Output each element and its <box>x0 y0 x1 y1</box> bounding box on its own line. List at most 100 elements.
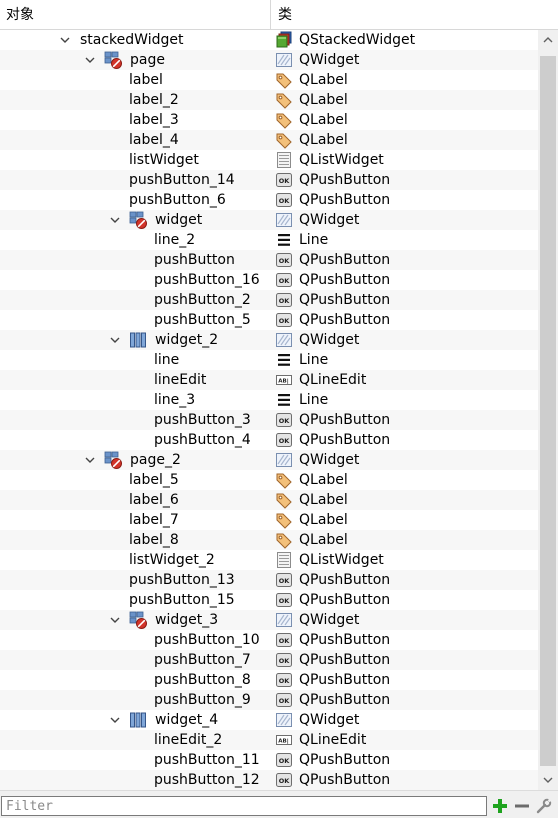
svg-text:OK: OK <box>279 437 291 445</box>
push-button-icon: OK <box>275 691 293 709</box>
horizontal-layout-icon <box>128 711 148 729</box>
push-button-icon: OK <box>275 591 293 609</box>
line-icon <box>275 351 293 369</box>
tree-row[interactable]: pushButton_4 OK QPushButton <box>0 430 538 450</box>
svg-text:AB|: AB| <box>278 739 288 745</box>
tree-row[interactable]: pushButton_8 OK QPushButton <box>0 670 538 690</box>
scroll-up-arrow-icon[interactable] <box>538 30 558 50</box>
tree-row[interactable]: pushButton_10 OK QPushButton <box>0 630 538 650</box>
tree-row[interactable]: stackedWidget QStackedWidget <box>0 30 538 50</box>
list-widget-icon <box>275 551 293 569</box>
tree-row[interactable]: label_5 QLabel <box>0 470 538 490</box>
object-name: pushButton_3 <box>154 412 251 428</box>
filter-bar <box>0 790 558 818</box>
label-tag-icon <box>275 491 293 509</box>
push-button-icon: OK <box>275 571 293 589</box>
tree-row[interactable]: listWidget QListWidget <box>0 150 538 170</box>
tree-row[interactable]: line Line <box>0 350 538 370</box>
class-name: QLabel <box>299 512 348 528</box>
filter-input[interactable] <box>1 796 487 816</box>
tree-row[interactable]: listWidget_2 QListWidget <box>0 550 538 570</box>
tree-row[interactable]: label_4 QLabel <box>0 130 538 150</box>
wrench-icon[interactable] <box>533 795 555 817</box>
tree-row[interactable]: lineEdit AB| QLineEdit <box>0 370 538 390</box>
chevron-down-icon[interactable] <box>83 450 97 470</box>
tree-row[interactable]: label_3 QLabel <box>0 110 538 130</box>
push-button-icon: OK <box>275 631 293 649</box>
svg-text:AB|: AB| <box>278 379 288 385</box>
object-name: lineEdit_2 <box>154 732 223 748</box>
tree-row[interactable]: pushButton_15 OK QPushButton <box>0 590 538 610</box>
tree-row[interactable]: page_2 QWidget <box>0 450 538 470</box>
tree-row[interactable]: pushButton_12 OK QPushButton <box>0 770 538 790</box>
tree-row[interactable]: pushButton_5 OK QPushButton <box>0 310 538 330</box>
class-name: QWidget <box>299 452 360 468</box>
tree-row[interactable]: line_3 Line <box>0 390 538 410</box>
object-name: label_8 <box>129 532 179 548</box>
object-name: widget_2 <box>155 332 219 348</box>
tree-row[interactable]: line_2 Line <box>0 230 538 250</box>
tree-row[interactable]: widget_2 QWidget <box>0 330 538 350</box>
tree-row[interactable]: label_2 QLabel <box>0 90 538 110</box>
widget-icon <box>275 331 293 349</box>
class-name: QPushButton <box>299 752 391 768</box>
object-name: label_3 <box>129 112 179 128</box>
tree-row[interactable]: lineEdit_2 AB| QLineEdit <box>0 730 538 750</box>
svg-text:OK: OK <box>279 757 291 765</box>
tree-row[interactable]: page QWidget <box>0 50 538 70</box>
broken-layout-icon <box>103 51 123 69</box>
class-name: QWidget <box>299 212 360 228</box>
chevron-down-icon[interactable] <box>83 50 97 70</box>
push-button-icon: OK <box>275 191 293 209</box>
push-button-icon: OK <box>275 771 293 789</box>
class-name: QPushButton <box>299 412 391 428</box>
tree-row[interactable]: pushButton_9 OK QPushButton <box>0 690 538 710</box>
tree-row[interactable]: pushButton_11 OK QPushButton <box>0 750 538 770</box>
tree-row[interactable]: widget QWidget <box>0 210 538 230</box>
object-tree[interactable]: stackedWidget QStackedWidget page QWidget la… <box>0 30 538 790</box>
class-name: QPushButton <box>299 692 391 708</box>
object-name: pushButton_11 <box>154 752 260 768</box>
chevron-down-icon[interactable] <box>108 710 122 730</box>
tree-row[interactable]: label_6 QLabel <box>0 490 538 510</box>
object-name: pushButton_16 <box>154 272 260 288</box>
svg-text:OK: OK <box>279 197 291 205</box>
column-header-object[interactable]: 对象 <box>0 0 271 30</box>
scroll-down-arrow-icon[interactable] <box>538 770 558 790</box>
widget-icon <box>275 711 293 729</box>
tree-row[interactable]: pushButton_7 OK QPushButton <box>0 650 538 670</box>
object-name: label_7 <box>129 512 179 528</box>
tree-row[interactable]: pushButton_14 OK QPushButton <box>0 170 538 190</box>
push-button-icon: OK <box>275 751 293 769</box>
tree-row[interactable]: label_7 QLabel <box>0 510 538 530</box>
tree-row[interactable]: pushButton_6 OK QPushButton <box>0 190 538 210</box>
chevron-down-icon[interactable] <box>108 210 122 230</box>
tree-row[interactable]: pushButton_16 OK QPushButton <box>0 270 538 290</box>
chevron-down-icon[interactable] <box>58 30 72 50</box>
label-tag-icon <box>275 71 293 89</box>
tree-row[interactable]: pushButton_3 OK QPushButton <box>0 410 538 430</box>
object-name: line <box>154 352 180 368</box>
label-tag-icon <box>275 131 293 149</box>
tree-row[interactable]: widget_4 QWidget <box>0 710 538 730</box>
tree-row[interactable]: pushButton OK QPushButton <box>0 250 538 270</box>
tree-row[interactable]: label QLabel <box>0 70 538 90</box>
vertical-scrollbar[interactable] <box>538 30 558 790</box>
scrollbar-thumb[interactable] <box>540 56 556 766</box>
tree-row[interactable]: pushButton_13 OK QPushButton <box>0 570 538 590</box>
chevron-down-icon[interactable] <box>108 610 122 630</box>
column-header-class[interactable]: 类 <box>272 0 558 30</box>
class-name: QLineEdit <box>299 732 367 748</box>
class-name: QPushButton <box>299 252 391 268</box>
minus-icon[interactable] <box>511 795 533 817</box>
object-name: label_5 <box>129 472 179 488</box>
object-name: line_2 <box>154 232 196 248</box>
svg-text:OK: OK <box>279 677 291 685</box>
label-tag-icon <box>275 91 293 109</box>
svg-text:OK: OK <box>279 277 291 285</box>
chevron-down-icon[interactable] <box>108 330 122 350</box>
tree-row[interactable]: pushButton_2 OK QPushButton <box>0 290 538 310</box>
plus-icon[interactable] <box>489 795 511 817</box>
tree-row[interactable]: widget_3 QWidget <box>0 610 538 630</box>
tree-row[interactable]: label_8 QLabel <box>0 530 538 550</box>
